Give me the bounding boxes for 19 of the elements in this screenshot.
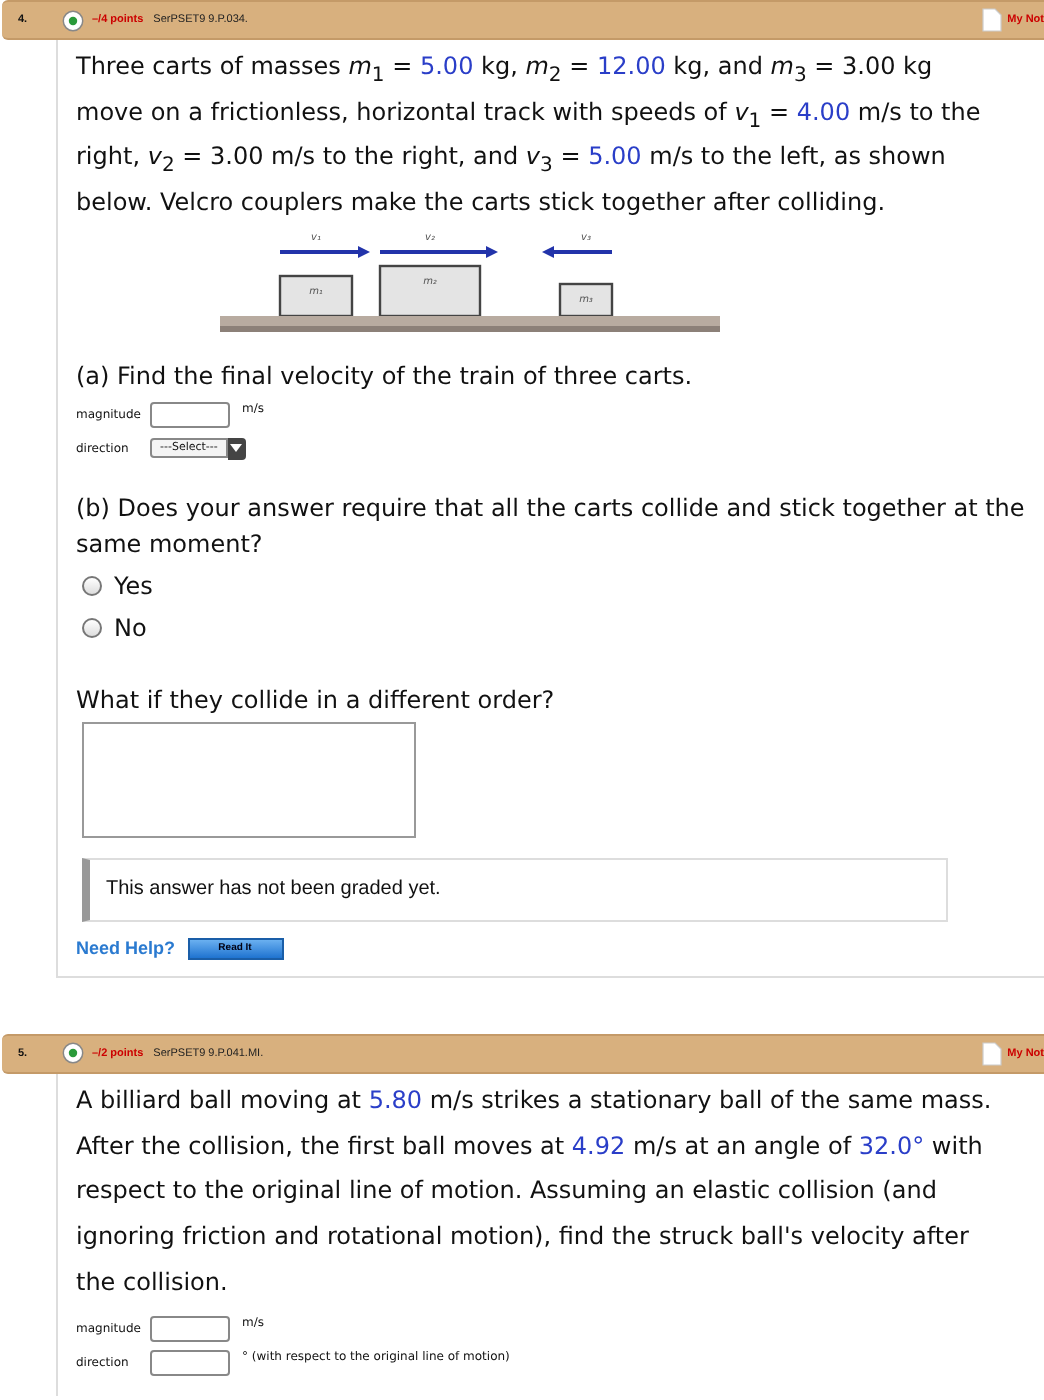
answer-field[interactable] bbox=[150, 1316, 230, 1343]
radio-button[interactable] bbox=[82, 576, 102, 597]
answer-box[interactable] bbox=[82, 721, 416, 838]
expand-icon[interactable] bbox=[62, 9, 84, 31]
answer-field[interactable] bbox=[150, 401, 230, 428]
note-icon[interactable] bbox=[981, 1041, 1002, 1066]
option-label: No bbox=[114, 614, 147, 643]
problem-text: A billiard ball moving at 5.80 m/s strikes a stationary ball of the same mass. After the collision, the first ball moves at 4.92 m/s at an angle of 32.0° with respect to the original line of motion. Assuming an elastic collision (and ignoring friction and rotational motion), find the struck ball's velocity after the collision. bbox=[76, 1083, 992, 1300]
problem-text: Three carts of masses m$_{1}$ = 5.00 kg, m$_{2}$ = 12.00 kg, and m$_{3}$ = 3.00 kg move on a frictionless, horizontal track with speeds of v$_{1}$ = 4.00 m/s to the right, v$_{2}$ = 3.00 m/s to the right, and v$_{3}$ = 5.00 m/s to the left, as shown below. Velcro couplers make the carts stick together after colliding. bbox=[76, 50, 983, 221]
question-prompt: What if they collide in a different order? bbox=[76, 683, 557, 718]
note-icon[interactable] bbox=[981, 8, 1002, 32]
question-prompt: (b) Does your answer require that all the carts collide and stick together at the same moment? bbox=[76, 491, 1026, 562]
expand-icon[interactable] bbox=[62, 1042, 84, 1065]
radio-button[interactable] bbox=[82, 618, 102, 639]
grading-status-text: This answer has not been graded yet. bbox=[106, 878, 441, 901]
answer-field[interactable] bbox=[150, 1350, 230, 1377]
option-label: Yes bbox=[114, 572, 153, 601]
question-prompt: (a) Find the final velocity of the train of three carts. bbox=[76, 359, 695, 394]
need-help-label: Need Help? bbox=[76, 938, 176, 959]
